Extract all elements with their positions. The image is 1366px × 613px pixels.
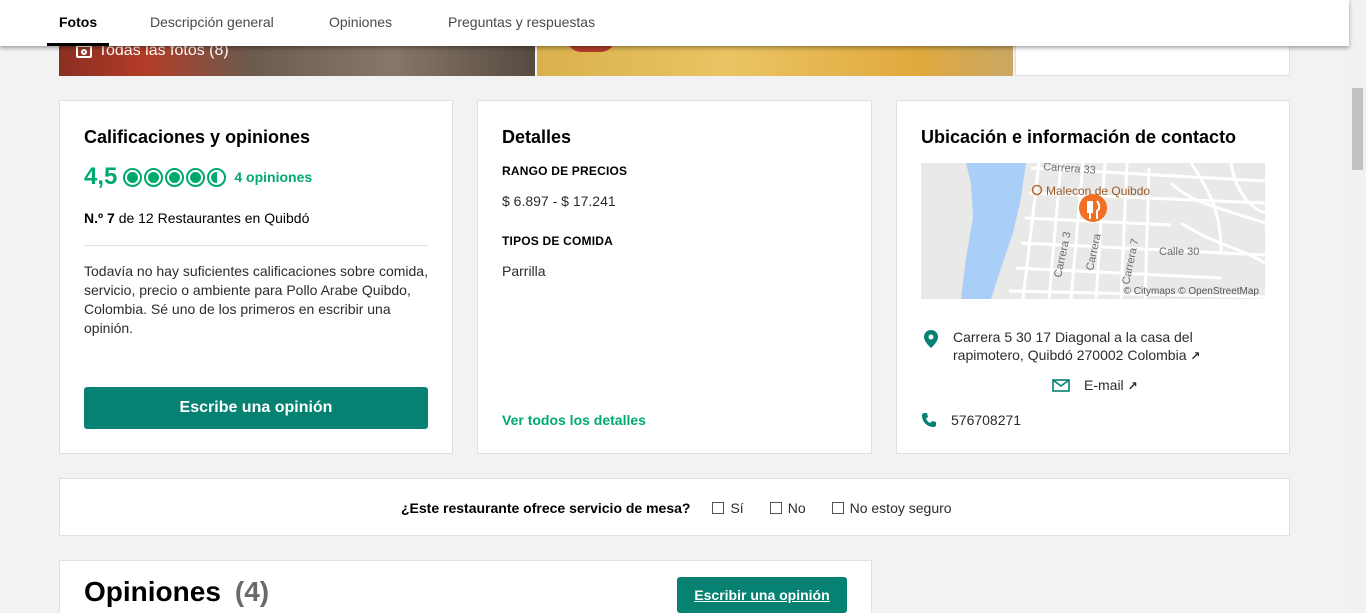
reviews-count-link[interactable]: 4 opiniones (234, 169, 312, 185)
reviews-count: (4) (234, 576, 270, 607)
tab-preguntas-respuestas[interactable]: Preguntas y respuestas (448, 14, 595, 30)
checkbox[interactable] (769, 502, 782, 514)
option-si[interactable]: Sí (712, 500, 744, 516)
email-link[interactable]: E-mail ↗ (1052, 377, 1138, 393)
option-label: No estoy seguro (849, 500, 952, 516)
location-map[interactable]: Carrera 33 Malecon de Quibdo Carrera 3 C… (921, 163, 1265, 299)
cuisine-value: Parrilla (502, 263, 546, 279)
write-review-button-secondary[interactable]: Escribir una opinión (677, 577, 847, 613)
bubble-full-icon (165, 167, 185, 187)
bubble-half-icon (207, 167, 227, 187)
all-details-link[interactable]: Ver todos los detalles (502, 412, 646, 428)
address-text: Carrera 5 30 17 Diagonal a la casa del r… (953, 329, 1193, 363)
external-link-icon: ↗ (1190, 349, 1201, 363)
checkbox[interactable] (831, 502, 844, 514)
option-no[interactable]: No (769, 500, 806, 516)
rank-text: de 12 Restaurantes en Quibdó (118, 210, 310, 226)
map-attribution: © Citymaps © OpenStreetMap (1124, 286, 1260, 297)
phone-number: 576708271 (951, 412, 1022, 428)
ratings-title: Calificaciones y opiniones (84, 127, 311, 147)
ratings-note: Todavía no hay suficientes calificacione… (84, 263, 428, 336)
tab-opiniones[interactable]: Opiniones (329, 14, 392, 30)
bubble-full-icon (123, 167, 143, 187)
envelope-icon (1052, 378, 1070, 392)
divider (84, 245, 428, 246)
bubble-rating (123, 167, 227, 187)
cuisine-label: TIPOS DE COMIDA (502, 234, 614, 248)
bubble-full-icon (186, 167, 206, 187)
active-tab-indicator (47, 43, 109, 46)
reviews-title: Opiniones (4) (84, 576, 269, 608)
phone-row[interactable]: 576708271 (921, 412, 1021, 428)
location-card: Ubicación e información de contacto Carr… (896, 100, 1290, 454)
rank-position: N.º 7 (84, 210, 115, 226)
address[interactable]: Carrera 5 30 17 Diagonal a la casa del r… (953, 328, 1223, 365)
page-scrollbar[interactable] (1349, 0, 1366, 613)
restaurant-pin-icon[interactable] (1079, 194, 1107, 222)
option-label: Sí (730, 500, 744, 516)
option-no-estoy-seguro[interactable]: No estoy seguro (831, 500, 952, 516)
price-range-value: $ 6.897 - $ 17.241 (502, 193, 616, 209)
ranking[interactable]: N.º 7 de 12 Restaurantes en Quibdó (84, 210, 309, 226)
details-card: Detalles RANGO DE PRECIOS $ 6.897 - $ 17… (477, 100, 872, 454)
write-review-button[interactable]: Escribe una opinión (84, 387, 428, 429)
checkbox[interactable] (712, 502, 725, 514)
reviews-section: Opiniones (4) Escribir una opinión (59, 560, 872, 613)
ratings-card: Calificaciones y opiniones 4,5 4 opinion… (59, 100, 453, 454)
tab-fotos[interactable]: Fotos (59, 14, 97, 30)
question-text: ¿Este restaurante ofrece servicio de mes… (401, 500, 691, 516)
table-service-question: ¿Este restaurante ofrece servicio de mes… (59, 478, 1290, 536)
reviews-heading: Opiniones (84, 576, 221, 607)
bubble-full-icon (144, 167, 164, 187)
camera-icon (76, 44, 92, 58)
email-label: E-mail (1084, 377, 1124, 393)
map-street-label: Calle 30 (1159, 246, 1199, 258)
section-tab-bar: Fotos Descripción general Opiniones Preg… (0, 0, 1349, 46)
tab-descripcion-general[interactable]: Descripción general (150, 14, 274, 30)
details-title: Detalles (502, 127, 572, 147)
rating-score: 4,5 (84, 163, 118, 190)
option-label: No (787, 500, 806, 516)
location-title: Ubicación e información de contacto (921, 127, 1237, 147)
scrollbar-thumb[interactable] (1352, 88, 1363, 170)
price-range-label: RANGO DE PRECIOS (502, 164, 628, 178)
phone-icon (922, 413, 936, 427)
rating-summary: 4,5 4 opiniones (84, 163, 312, 191)
location-pin-icon (924, 330, 938, 348)
external-link-icon: ↗ (1127, 379, 1138, 393)
